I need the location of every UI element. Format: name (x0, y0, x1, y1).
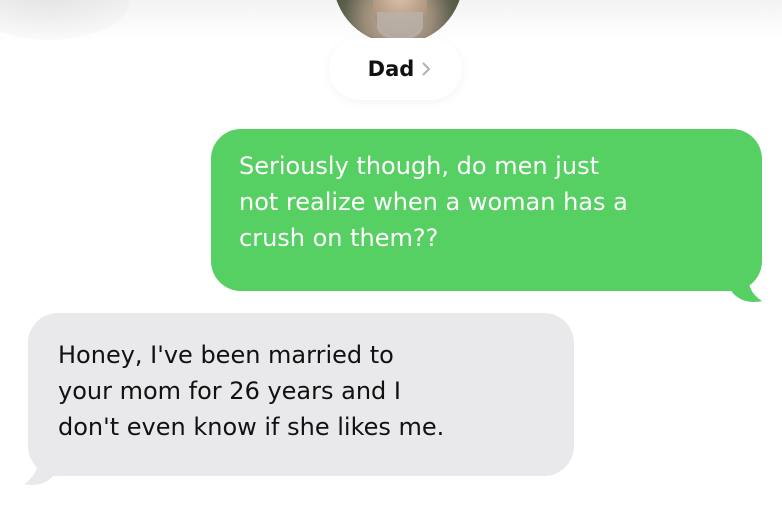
message-text-line: Honey, I've been married to (58, 341, 394, 369)
outgoing-bubble-tail (728, 276, 762, 302)
outgoing-message-bubble[interactable]: Seriously though, do men just not realiz… (211, 129, 762, 291)
message-text-line: don't even know if she likes me. (58, 413, 445, 441)
contact-name: Dad (367, 57, 415, 81)
incoming-message-bubble[interactable]: Honey, I've been married to your mom for… (28, 313, 574, 476)
message-text-line: crush on them?? (239, 224, 439, 252)
avatar-beard (377, 12, 423, 40)
incoming-bubble-tail (24, 459, 58, 485)
message-text-line: not realize when a woman has a (239, 188, 628, 216)
contact-name-button[interactable]: Dad (329, 38, 462, 100)
chevron-right-icon (422, 62, 431, 76)
message-text-line: your mom for 26 years and I (58, 377, 401, 405)
message-text-line: Seriously though, do men just (239, 152, 599, 180)
